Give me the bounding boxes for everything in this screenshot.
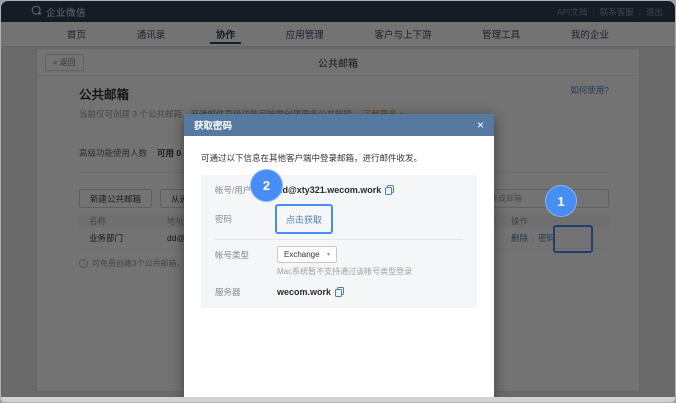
window-bottom-edge xyxy=(1,397,675,402)
credentials-panel: 帐号/用户名 dd@xty321.wecom.work 密码 xyxy=(201,175,477,308)
chevron-down-icon: ▾ xyxy=(327,251,330,258)
app-window: 企业微信 API文档 | 联系客服 | 退出 首页 通讯录 协作 应用管理 客户… xyxy=(0,0,676,403)
account-type-dropdown[interactable]: Exchange ▾ xyxy=(277,246,337,263)
modal-title: 获取密码 xyxy=(194,118,232,132)
annotation-step-2-badge: 2 xyxy=(250,169,283,202)
get-password-modal: 获取密码 × 可通过以下信息在其他客户端中登录邮箱，进行邮件收发。 帐号/用户名… xyxy=(184,114,494,398)
password-label: 密码 xyxy=(215,213,277,225)
server-value: wecom.work xyxy=(277,287,331,297)
annotation-box-step2: 点击获取 xyxy=(275,204,333,234)
divider xyxy=(215,239,463,240)
modal-body: 可通过以下信息在其他客户端中登录邮箱，进行邮件收发。 帐号/用户名 dd@xty… xyxy=(184,136,494,308)
account-type-value: Exchange xyxy=(284,250,320,259)
password-row: 密码 点击获取 xyxy=(215,204,463,234)
server-row: 服务器 wecom.work xyxy=(215,286,463,298)
modal-intro-text: 可通过以下信息在其他客户端中登录邮箱，进行邮件收发。 xyxy=(201,152,477,164)
mac-support-note: Mac系统暂不支持通过该帐号类型登录 xyxy=(277,266,463,277)
copy-icon[interactable] xyxy=(385,185,394,195)
click-to-get-link[interactable]: 点击获取 xyxy=(286,215,322,225)
annotation-step-1-badge: 1 xyxy=(545,185,577,217)
modal-header: 获取密码 × xyxy=(184,114,494,136)
account-value: dd@xty321.wecom.work xyxy=(277,185,381,195)
account-type-label: 帐号类型 xyxy=(215,249,277,261)
close-icon[interactable]: × xyxy=(477,119,484,131)
server-label: 服务器 xyxy=(215,286,277,298)
account-type-row: 帐号类型 Exchange ▾ xyxy=(215,246,463,263)
copy-icon[interactable] xyxy=(335,287,344,297)
